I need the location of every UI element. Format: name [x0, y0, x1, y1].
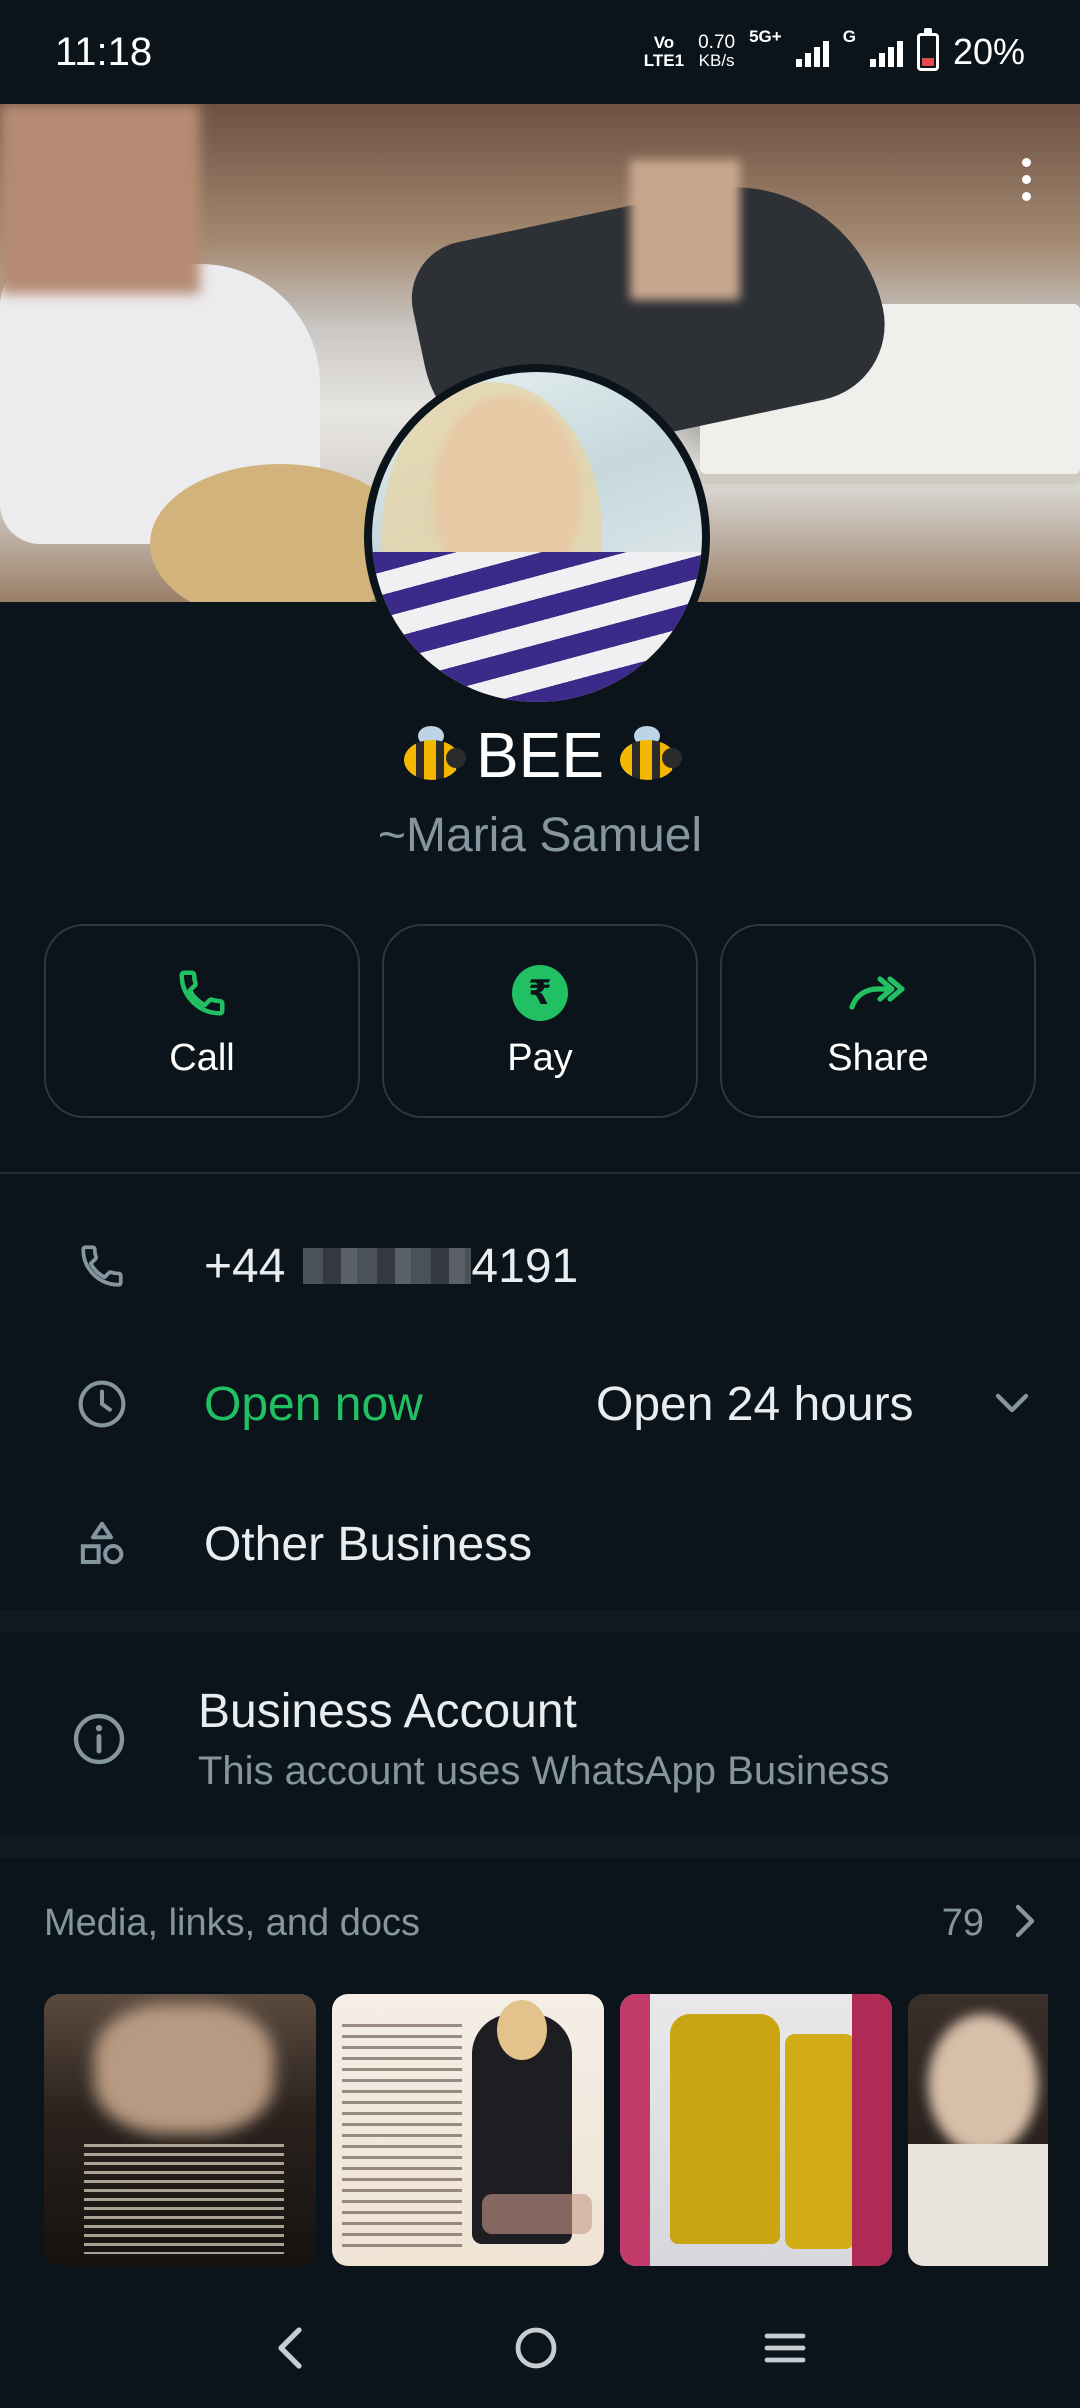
- business-account-text: Business Account This account uses Whats…: [198, 1684, 889, 1794]
- signal-icon: [795, 37, 829, 67]
- pay-label: Pay: [507, 1036, 573, 1079]
- business-hours: Open 24 hours: [596, 1377, 914, 1431]
- media-thumbnail[interactable]: [908, 1994, 1048, 2266]
- open-now-status: Open now: [204, 1377, 423, 1431]
- clock-icon: [0, 1377, 204, 1431]
- media-links-docs-header[interactable]: Media, links, and docs 79: [44, 1902, 1036, 1945]
- network-speed: 0.70 KB/s: [698, 32, 736, 70]
- section-separator: [0, 1836, 1080, 1858]
- speed-value: 0.70: [698, 32, 736, 53]
- chevron-right-icon: [1012, 1903, 1036, 1944]
- signal-icon-2: [869, 37, 903, 67]
- share-icon: [848, 963, 908, 1023]
- business-account-subtitle: This account uses WhatsApp Business: [198, 1749, 890, 1793]
- battery-percent: 20%: [952, 31, 1025, 72]
- phone-row[interactable]: +44 4191: [0, 1216, 1080, 1316]
- volte-indicator: Vo LTE1: [644, 34, 684, 70]
- net-5g-label: 5G+: [749, 27, 782, 46]
- divider: [0, 1172, 1080, 1174]
- more-options-icon[interactable]: [1020, 158, 1032, 201]
- recents-menu-icon[interactable]: [761, 2328, 809, 2373]
- chevron-down-icon[interactable]: [994, 1390, 1030, 1419]
- phone-suffix: 4191: [471, 1239, 579, 1293]
- status-bar: 11:18 Vo LTE1 0.70 KB/s 5G+ G 20%: [0, 0, 1080, 104]
- bee-emoji-icon: [612, 726, 684, 784]
- system-nav-bar: [0, 2292, 1080, 2408]
- battery-icon: [916, 28, 939, 71]
- volte-label: Vo: [653, 33, 675, 52]
- business-category: Other Business: [204, 1517, 533, 1571]
- category-row: Other Business: [0, 1494, 1080, 1594]
- business-account-row[interactable]: Business Account This account uses Whats…: [0, 1674, 1080, 1804]
- section-separator: [0, 1610, 1080, 1632]
- media-label: Media, links, and docs: [44, 1902, 420, 1944]
- info-icon: [0, 1710, 198, 1768]
- phone-number: +44 4191: [204, 1239, 578, 1294]
- status-time: 11:18: [55, 29, 153, 74]
- home-icon[interactable]: [512, 2324, 560, 2377]
- phone-prefix: +44: [204, 1239, 286, 1293]
- speed-unit: KB/s: [698, 51, 735, 70]
- action-buttons: Call ₹ Pay Share: [44, 924, 1036, 1118]
- share-label: Share: [827, 1036, 929, 1079]
- pay-button[interactable]: ₹ Pay: [382, 924, 698, 1118]
- phone-redacted: [303, 1248, 472, 1284]
- profile-avatar[interactable]: [364, 364, 710, 710]
- call-label: Call: [169, 1036, 235, 1079]
- media-thumbnails: [44, 1994, 1048, 2266]
- business-account-title: Business Account: [198, 1685, 577, 1738]
- media-thumbnail[interactable]: [620, 1994, 892, 2266]
- hours-row[interactable]: Open now Open 24 hours: [0, 1354, 1080, 1454]
- bee-emoji-icon: [396, 726, 468, 784]
- category-shapes-icon: [0, 1517, 204, 1571]
- net-g-label: G: [842, 27, 856, 46]
- profile-subname: ~Maria Samuel: [377, 809, 703, 862]
- profile-name-text: BEE: [475, 719, 605, 791]
- phone-icon: [0, 1241, 204, 1291]
- call-button[interactable]: Call: [44, 924, 360, 1118]
- profile-name: BEE: [0, 718, 1080, 792]
- media-count: 79: [941, 1902, 984, 1944]
- phone-icon: [172, 963, 232, 1023]
- status-indicators: Vo LTE1 0.70 KB/s 5G+ G 20%: [644, 27, 1025, 73]
- media-thumbnail[interactable]: [44, 1994, 316, 2266]
- share-button[interactable]: Share: [720, 924, 1036, 1118]
- media-thumbnail[interactable]: [332, 1994, 604, 2266]
- back-icon[interactable]: [271, 2324, 311, 2377]
- rupee-icon: ₹: [510, 963, 570, 1023]
- lte-label: LTE1: [643, 51, 685, 70]
